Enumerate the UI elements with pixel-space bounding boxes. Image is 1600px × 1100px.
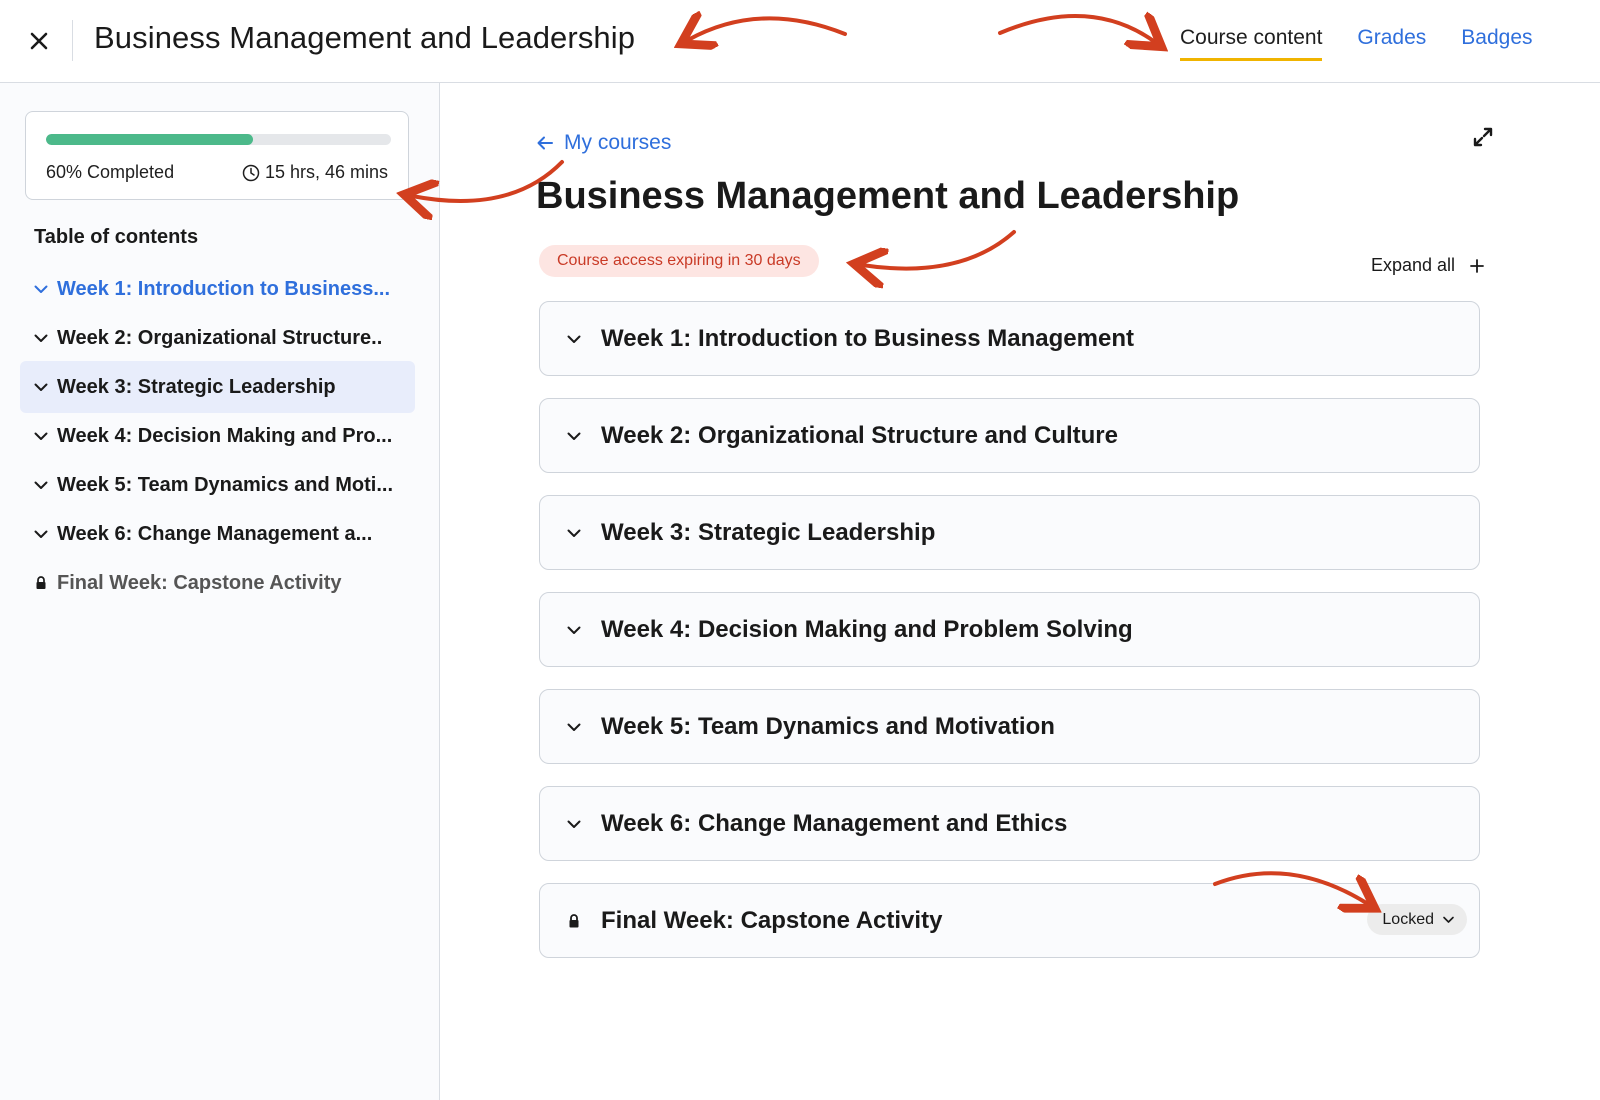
sidebar: 60% Completed 15 hrs, 46 mins Table of c… — [0, 83, 440, 1100]
toc-item-week-4[interactable]: Week 4: Decision Making and Pro... — [20, 410, 415, 462]
chevron-down-icon — [567, 626, 581, 634]
toc-item-label: Week 5: Team Dynamics and Moti... — [57, 473, 394, 496]
fullscreen-button[interactable] — [1471, 125, 1495, 149]
page-title: Business Management and Leadership — [536, 175, 1240, 217]
week-card-title: Week 4: Decision Making and Problem Solv… — [601, 615, 1133, 643]
chevron-down-icon — [34, 530, 48, 538]
expiry-badge: Course access expiring in 30 days — [539, 245, 819, 277]
chevron-down-icon — [567, 335, 581, 343]
chevron-down-icon — [34, 432, 48, 440]
tab-grades[interactable]: Grades — [1357, 26, 1426, 61]
chevron-down-icon — [34, 481, 48, 489]
toc-item-label: Week 6: Change Management a... — [57, 522, 373, 545]
week-card-6[interactable]: Week 6: Change Management and Ethics — [539, 786, 1480, 861]
close-icon — [30, 32, 48, 50]
progress-bar-fill — [46, 134, 253, 145]
toc-item-week-6[interactable]: Week 6: Change Management a... — [20, 508, 415, 560]
expand-all-label: Expand all — [1371, 255, 1456, 275]
week-card-title: Week 6: Change Management and Ethics — [601, 809, 1068, 837]
chevron-down-icon — [34, 383, 48, 391]
top-bar: Business Management and Leadership Cours… — [0, 0, 1600, 83]
week-card-3[interactable]: Week 3: Strategic Leadership — [539, 495, 1480, 570]
toc-item-label: Final Week: Capstone Activity — [57, 571, 342, 594]
time-estimate: 15 hrs, 46 mins — [242, 162, 388, 183]
toc-item-label: Week 4: Decision Making and Pro... — [57, 424, 393, 447]
tab-bar: Course content Grades Badges — [1180, 26, 1533, 61]
week-card-final[interactable]: Final Week: Capstone Activity Locked — [539, 883, 1480, 958]
expand-icon — [1473, 127, 1493, 147]
header-divider — [72, 20, 73, 61]
toc-item-final-week[interactable]: Final Week: Capstone Activity — [20, 557, 415, 609]
week-card-title: Week 2: Organizational Structure and Cul… — [601, 421, 1118, 449]
progress-bar — [46, 134, 391, 145]
lock-icon — [36, 576, 46, 589]
chevron-down-icon — [567, 820, 581, 828]
toc-item-week-5[interactable]: Week 5: Team Dynamics and Moti... — [20, 459, 415, 511]
app-title: Business Management and Leadership — [94, 20, 636, 55]
progress-card: 60% Completed 15 hrs, 46 mins — [25, 111, 409, 200]
week-card-4[interactable]: Week 4: Decision Making and Problem Solv… — [539, 592, 1480, 667]
locked-label: Locked — [1382, 910, 1434, 928]
expand-all-button[interactable]: Expand all — [1371, 255, 1485, 276]
week-card-title: Week 3: Strategic Leadership — [601, 518, 936, 546]
week-card-title: Final Week: Capstone Activity — [601, 906, 943, 934]
my-courses-label: My courses — [564, 131, 672, 154]
toc-item-label: Week 1: Introduction to Business... — [57, 277, 391, 300]
chevron-down-icon — [1443, 916, 1454, 923]
tab-course-content[interactable]: Course content — [1180, 26, 1323, 61]
chevron-down-icon — [567, 723, 581, 731]
main-content: My courses Business Management and Leade… — [441, 83, 1600, 1100]
toc-item-label: Week 3: Strategic Leadership — [57, 375, 336, 398]
tab-badges[interactable]: Badges — [1461, 26, 1532, 61]
locked-status-dropdown[interactable]: Locked — [1367, 904, 1467, 935]
chevron-down-icon — [567, 432, 581, 440]
toc-item-week-2[interactable]: Week 2: Organizational Structure.. — [20, 312, 415, 364]
chevron-down-icon — [567, 529, 581, 537]
toc-heading: Table of contents — [34, 226, 199, 248]
time-estimate-label: 15 hrs, 46 mins — [264, 162, 388, 182]
plus-icon — [1470, 258, 1484, 273]
toc-item-week-1[interactable]: Week 1: Introduction to Business... — [20, 263, 415, 315]
toc-list: Week 1: Introduction to Business... Week… — [20, 263, 415, 606]
toc-item-label: Week 2: Organizational Structure.. — [57, 326, 383, 349]
week-list: Week 1: Introduction to Business Managem… — [539, 301, 1480, 980]
week-card-5[interactable]: Week 5: Team Dynamics and Motivation — [539, 689, 1480, 764]
close-button[interactable] — [26, 28, 52, 54]
lock-icon — [569, 913, 579, 927]
progress-completed-label: 60% Completed — [46, 162, 175, 182]
chevron-down-icon — [34, 334, 48, 342]
week-card-1[interactable]: Week 1: Introduction to Business Managem… — [539, 301, 1480, 376]
week-card-title: Week 1: Introduction to Business Managem… — [601, 324, 1134, 352]
chevron-down-icon — [34, 285, 48, 293]
week-card-2[interactable]: Week 2: Organizational Structure and Cul… — [539, 398, 1480, 473]
toc-item-week-3[interactable]: Week 3: Strategic Leadership — [20, 361, 415, 413]
clock-icon — [242, 164, 260, 181]
arrow-left-icon — [537, 136, 553, 150]
week-card-title: Week 5: Team Dynamics and Motivation — [601, 712, 1055, 740]
my-courses-link[interactable]: My courses — [536, 131, 671, 155]
